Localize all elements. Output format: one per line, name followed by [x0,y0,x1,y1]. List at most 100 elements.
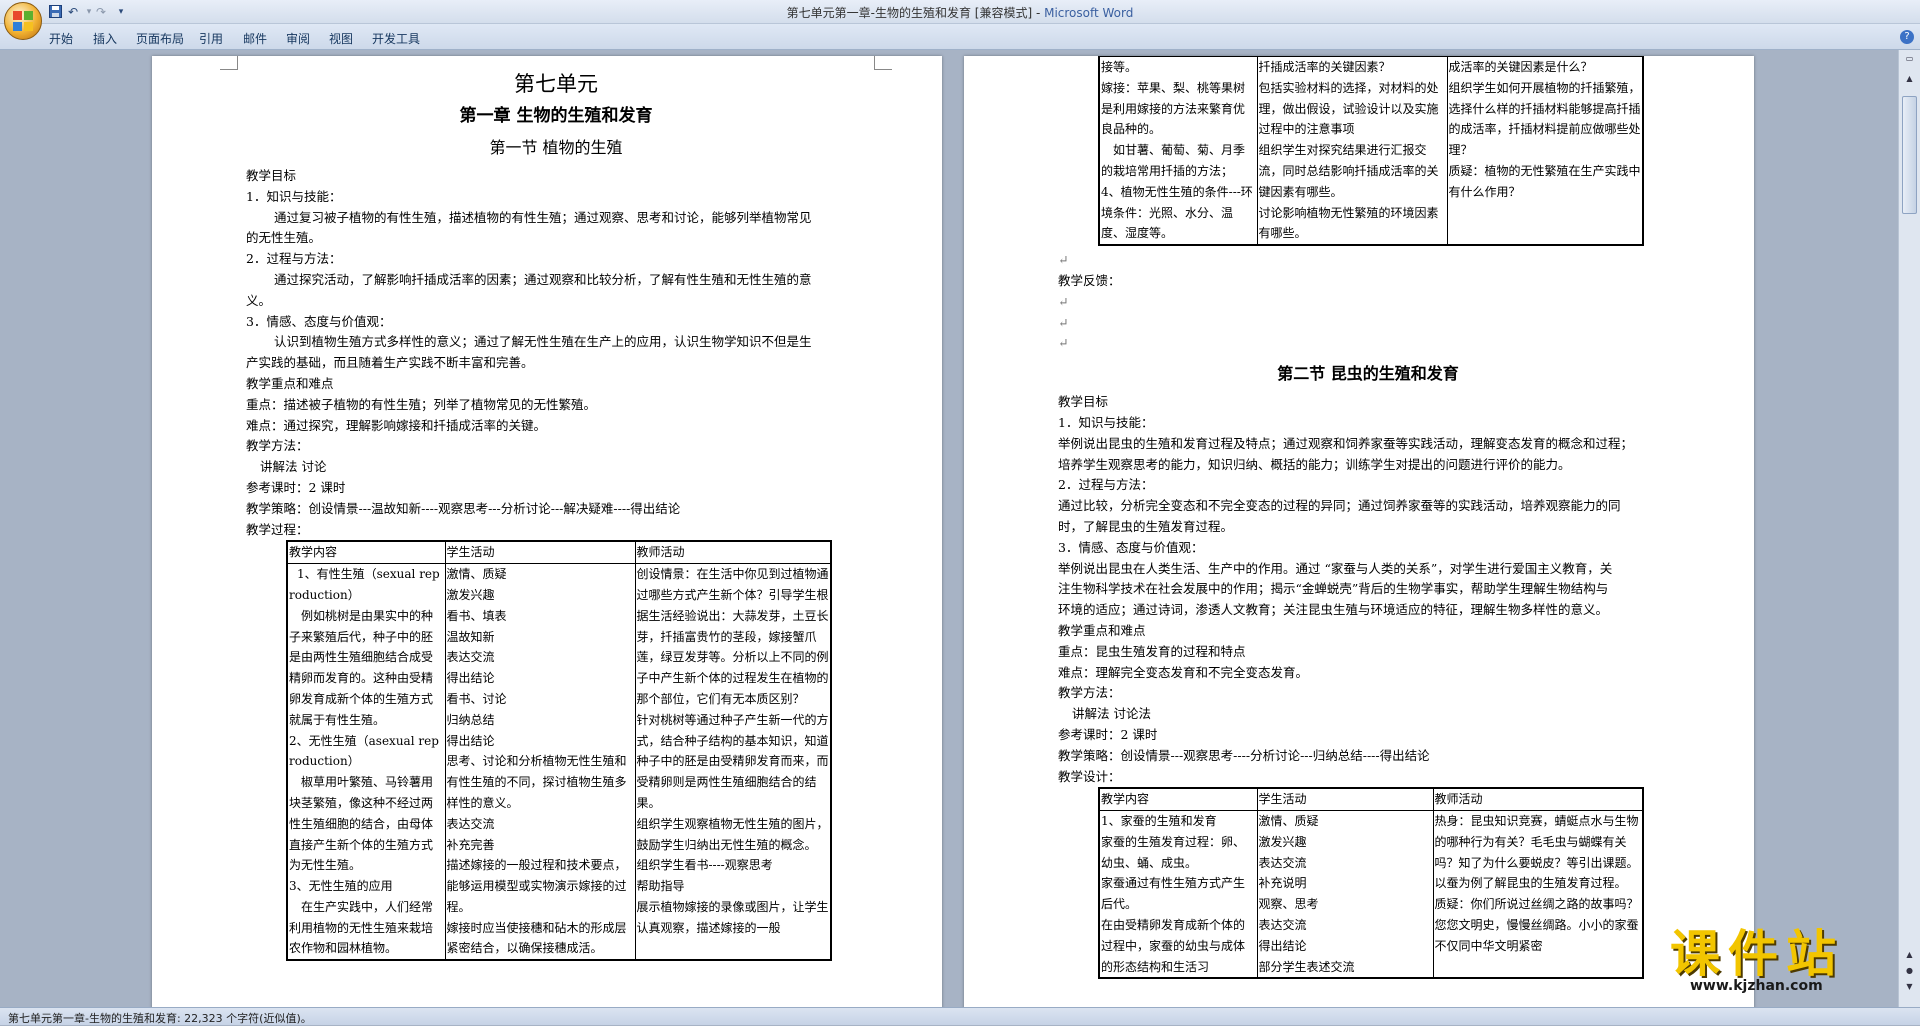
select-browse-object-icon[interactable]: ● [1902,964,1917,978]
customize-toolbar-icon[interactable]: ▾ [112,3,130,20]
table-header-cell: 教师活动 [634,540,832,565]
cell-paragraph: 得出结论 [446,671,495,686]
cell-paragraph: 家蚕的生殖发育过程：卵、幼虫、蛹、成虫。 [1101,834,1246,870]
body-line: 参考课时：2 课时 [1058,726,1158,742]
cell-paragraph: 帮助指导 [636,879,685,894]
table-header-cell: 教学内容 [286,540,446,565]
cell-paragraph: 成活率的关键因素是什么？ [1448,60,1593,74]
cell-paragraph: 在由受精卵发育成新个体的过程中，家蚕的幼虫与成体的形态结构和生活习 [1101,918,1246,974]
table-cell-student: 激情、质疑 激发兴趣 看书、填表 温故知新 表达交流 得出结论 看书、讨论 归纳… [444,563,636,961]
cell-paragraph: 接等。 [1101,60,1138,74]
table-cell-student: 激情、质疑 激发兴趣 表达交流 补充说明 观察、思考 表达交流 得出结论 部分学… [1256,810,1434,979]
scroll-up-icon[interactable]: ▲ [1902,72,1917,86]
body-line: 2．过程与方法： [246,251,342,267]
ruler-toggle-icon[interactable]: ▭ [1902,52,1917,66]
tab-developer[interactable]: 开发工具 [372,30,420,47]
office-button[interactable] [4,2,42,40]
table-header-row: 教学内容 学生活动 教师活动 [286,540,832,565]
lesson-table-continued: 接等。 嫁接：苹果、梨、桃等果树是利用嫁接的方法来繁育优良品种的。 如甘薯、葡萄… [1098,56,1644,247]
word-count-status[interactable]: 第七单元第一章-生物的生殖和发育: 22,323 个字符(近似值)。 [8,1012,312,1025]
paragraph-mark: ↵ [1058,252,1069,268]
help-icon[interactable]: ? [1900,30,1914,44]
cell-paragraph: 组织学生对探究结果进行汇报交流，同时总结影响扦插成活率的关键因素有哪些。 [1258,143,1439,199]
body-line: 教学过程： [246,521,309,537]
paragraph-mark: ↵ [1058,335,1069,351]
cell-paragraph: 看书、填表 [446,608,507,623]
lesson-table-2: 教学内容 学生活动 教师活动 1、家蚕的生殖和发育 家蚕的生殖发育过程：卵、幼虫… [1098,787,1644,980]
table-cell-content: 1、有性生殖（sexual reproduction） 例如桃树是由果实中的种子… [286,563,446,961]
body-line: 2．过程与方法： [1058,477,1154,493]
body-line: 环境的适应；通过诗词，渗透人文教育；关注昆虫生殖与环境适应的特征，理解生物多样性… [1058,602,1609,618]
body-line: 1．知识与技能： [1058,414,1154,430]
watermark-url: www.kjzhan.com [1690,978,1823,994]
cell-paragraph: 温故知新 [446,629,495,644]
section-title: 第一节 植物的生殖 [489,138,623,157]
body-line: 教学策略：创设情景---温故知新----观察思考---分析讨论---解决疑难--… [246,500,681,516]
paragraph-mark: ↵ [1058,293,1069,309]
cell-paragraph: 质疑：植物的无性繁殖在生产实践中有什么作用？ [1448,163,1641,199]
scrollbar-thumb[interactable] [1902,96,1917,214]
section-title: 第二节 昆虫的生殖和发育 [1277,364,1459,384]
tab-mailings[interactable]: 邮件 [243,30,267,47]
cell-paragraph: 激情、质疑 [1258,814,1319,829]
cell-paragraph: 思考、讨论和分析植物无性生殖和有性生殖的不同，探讨植物生殖多样性的意义。 [446,754,627,810]
body-line: 教学重点和难点 [246,375,334,391]
table-header-cell: 教师活动 [1432,787,1644,812]
cell-paragraph: 扦插成活率的关键因素？ [1258,60,1391,74]
cell-paragraph: 表达交流 [1258,918,1307,933]
table-cell-student: 扦插成活率的关键因素？ 包括实验材料的选择，对材料的处理，做出假设，试验设计以及… [1256,56,1448,246]
margin-mark [220,56,238,70]
cell-paragraph: 表达交流 [1258,855,1307,870]
body-line: 重点：描述被子植物的有性生殖；列举了植物常见的无性繁殖。 [246,396,597,412]
tab-view[interactable]: 视图 [329,30,353,47]
table-cell-content: 接等。 嫁接：苹果、梨、桃等果树是利用嫁接的方法来繁育优良品种的。 如甘薯、葡萄… [1098,56,1258,246]
cell-paragraph: 2、无性生殖（asexual reproduction） [289,733,439,769]
body-line: 参考课时：2 课时 [246,479,346,495]
tab-home[interactable]: 开始 [49,30,73,47]
cell-paragraph: 如甘薯、葡萄、菊、月季的栽培常用扦插的方法； [1101,143,1246,178]
body-line: 难点：理解完全变态发育和不完全变态发育。 [1058,664,1309,680]
cell-paragraph: 包括实验材料的选择，对材料的处理，做出假设，试验设计以及实施过程中的注意事项 [1258,80,1439,137]
tab-page-layout[interactable]: 页面布局 [136,30,184,47]
body-line: 教学目标 [246,168,297,183]
cell-paragraph: 组织学生如何开展植物的扦插繁殖，选择什么样的扦插材料能够提高扦插的成活率，扦插材… [1448,80,1641,158]
body-line: 通过比较，分析完全变态和不完全变态的过程的异同；通过饲养家蚕等的实践活动，培养观… [1058,498,1621,514]
cell-paragraph: 4、植物无性生殖的条件---环境条件：光照、水分、温度、湿度等。 [1101,184,1253,241]
ribbon-tabs: 开始 插入 页面布局 引用 邮件 审阅 视图 开发工具 [0,24,1920,50]
cell-paragraph: 热身：昆虫知识竞赛，蜻蜓点水与生物的哪种行为有关？毛毛虫与蝴蝶有关吗？知了为什么… [1434,814,1639,891]
cell-paragraph: 补充说明 [1258,876,1307,891]
body-line: 讲解法 讨论法 [1072,706,1151,722]
cell-paragraph: 质疑：你们所说过丝绸之路的故事吗？您您文明史，慢慢丝绸路。小小的家蚕不仅同中华文… [1434,897,1639,953]
cell-paragraph: 部分学生表述交流 [1258,959,1355,974]
document-page-2: 接等。 嫁接：苹果、梨、桃等果树是利用嫁接的方法来繁育优良品种的。 如甘薯、葡萄… [964,56,1754,1016]
table-header-cell: 学生活动 [1256,787,1434,812]
table-cell-teacher: 创设情景：在生活中你见到过植物通过哪些方式产生新个体？引导学生根据生活经验说出：… [634,563,832,961]
tab-references[interactable]: 引用 [199,30,223,47]
body-line: 的无性生殖。 [246,230,322,246]
table-header-cell: 教学内容 [1098,787,1258,812]
cell-paragraph: 椒草用叶繁殖、马铃薯用块茎繁殖，像这种不经过两性生殖细胞的结合，由母体直接产生新… [289,775,434,873]
vertical-scrollbar[interactable]: ▭ ▲ ▲ ● ▼ [1898,50,1920,1007]
title-bar: 第七单元第一章-生物的生殖和发育 [兼容模式] - Microsoft Word… [0,0,1920,24]
tab-review[interactable]: 审阅 [286,30,310,47]
cell-paragraph: 3、无性生殖的应用 [289,879,393,894]
cell-paragraph: 表达交流 [446,650,495,665]
table-row: 1、家蚕的生殖和发育 家蚕的生殖发育过程：卵、幼虫、蛹、成虫。 家蚕通过有性生殖… [1098,810,1644,979]
tab-insert[interactable]: 插入 [93,30,117,47]
cell-paragraph: 得出结论 [446,733,495,748]
body-line: 讲解法 讨论 [260,459,327,475]
body-line: 教学设计： [1058,768,1121,784]
body-line: 举例说出昆虫在人类生活、生产中的作用。通过 “家蚕与人类的关系”，对学生进行爱国… [1058,560,1613,576]
body-line: 难点：通过探究，理解影响嫁接和扦插成活率的关键。 [246,417,547,433]
redo-icon[interactable]: ↷ [92,3,110,20]
save-icon[interactable] [46,3,64,20]
next-page-icon[interactable]: ▼ [1902,980,1917,994]
body-line: 举例说出昆虫的生殖和发育过程及特点；通过观察和饲养家蚕等实践活动，理解变态发育的… [1058,435,1634,451]
cell-paragraph: 讨论影响植物无性繁殖的环境因素有哪些。 [1258,205,1439,241]
body-line: 教学方法： [1058,685,1121,701]
table-row: 1、有性生殖（sexual reproduction） 例如桃树是由果实中的种子… [286,563,832,961]
previous-page-icon[interactable]: ▲ [1902,948,1917,962]
body-line: 教学策略：创设情景---观察思考----分析讨论---归纳总结----得出结论 [1058,747,1430,763]
cell-paragraph: 1、家蚕的生殖和发育 [1101,814,1217,829]
body-line: 培养学生观察思考的能力，知识归纳、概括的能力；训练学生对提出的问题进行评价的能力… [1058,456,1571,472]
